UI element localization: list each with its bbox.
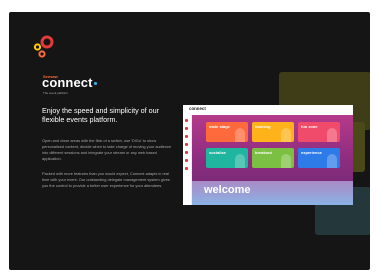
connect-logo-icon (33, 35, 54, 58)
person-image (281, 154, 291, 168)
app-sidebar (183, 115, 192, 205)
tile-learning[interactable]: learning (252, 122, 294, 142)
brand-tagline: The event platform (43, 91, 69, 95)
person-image (327, 154, 337, 168)
sidebar-stage-icon (185, 135, 188, 138)
brand-dot-icon (93, 82, 97, 86)
brand-name: connect (42, 75, 97, 90)
person-image (235, 154, 245, 168)
tile-label: fun zone (301, 124, 318, 129)
app-logo: connect (189, 106, 206, 111)
tile-label: main stage (209, 124, 230, 129)
sidebar-people-icon (185, 143, 188, 146)
tile-socialise[interactable]: socialise (206, 148, 248, 168)
tile-breakout[interactable]: breakout (252, 148, 294, 168)
sidebar-chat-icon (185, 151, 188, 154)
person-image (281, 128, 291, 142)
app-screenshot: connect main stage learning fun zone soc… (183, 105, 353, 205)
headline: Enjoy the speed and simplicity of our fl… (42, 106, 160, 124)
person-image (235, 128, 245, 142)
welcome-heading: welcome (204, 184, 251, 196)
tile-label: breakout (255, 150, 272, 155)
sidebar-help-icon (185, 159, 188, 162)
tile-label: learning (255, 124, 271, 129)
slide-card: Seesaw connect The event platform Enjoy … (9, 12, 370, 270)
person-image (327, 128, 337, 142)
tile-label: experience (301, 150, 322, 155)
paragraph-2: Packed with more features than you would… (42, 171, 170, 188)
app-content: main stage learning fun zone socialise b… (192, 115, 353, 205)
sidebar-home-icon (185, 119, 188, 122)
tile-experience[interactable]: experience (298, 148, 340, 168)
paragraph-1: Open and close areas with the flick of a… (42, 138, 172, 161)
tile-main-stage[interactable]: main stage (206, 122, 248, 142)
sidebar-settings-icon (185, 167, 188, 170)
tile-fun-zone[interactable]: fun zone (298, 122, 340, 142)
sidebar-agenda-icon (185, 127, 188, 130)
tile-label: socialise (209, 150, 226, 155)
